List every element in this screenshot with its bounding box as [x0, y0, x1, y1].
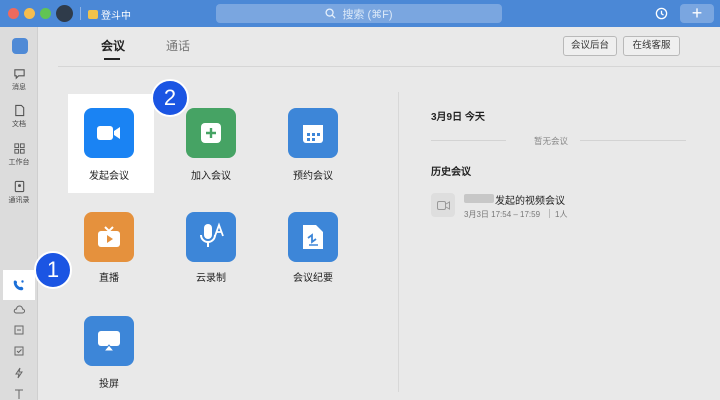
close-window-button[interactable]	[8, 8, 19, 19]
screen-cast-label: 投屏	[99, 379, 119, 390]
message-icon	[13, 69, 25, 80]
join-meeting-label: 加入会议	[191, 171, 231, 182]
meeting-minutes-tile	[288, 212, 338, 262]
sidebar-item-label: 文档	[12, 121, 26, 128]
org-logo[interactable]	[12, 38, 28, 54]
meeting-phone-icon	[13, 280, 24, 291]
cloud-recording-label: 云录制	[196, 273, 226, 284]
live-stream-label: 直播	[99, 273, 119, 284]
screen-cast-tile	[84, 316, 134, 366]
step-badge-1: 1	[34, 251, 72, 289]
calendar-schedule-icon	[303, 125, 323, 143]
screen-cast-icon	[98, 331, 120, 352]
sidebar-item-workbench[interactable]: 工作台	[0, 142, 38, 167]
cloud-icon[interactable]	[13, 304, 25, 316]
tv-play-icon	[98, 226, 120, 247]
add-button[interactable]: +	[680, 4, 714, 23]
status-icon	[88, 10, 98, 19]
document-icon	[14, 104, 24, 117]
host-name-blurred	[464, 194, 494, 203]
microphone-a-icon	[200, 222, 224, 247]
history-item-title: 发起的视频会议	[495, 196, 565, 207]
contacts-icon	[14, 180, 24, 193]
grid-icon	[13, 143, 25, 154]
lightning-icon[interactable]	[13, 367, 25, 379]
tab-meeting[interactable]: 会议	[101, 37, 125, 54]
more-apps-icon[interactable]	[13, 388, 25, 400]
step-badge-2: 2	[151, 79, 189, 117]
schedule-meeting-label: 预约会议	[293, 171, 333, 182]
pane-divider	[398, 92, 399, 392]
meeting-admin-button[interactable]: 会议后台	[563, 36, 617, 56]
title-bar: 登斗中 搜索 (⌘F) +	[0, 0, 720, 27]
no-meetings-text: 暂无会议	[534, 136, 569, 146]
avatar[interactable]	[56, 5, 73, 22]
search-icon	[325, 8, 336, 19]
history-meeting-item[interactable]: 发起的视频会议 3月3日 17:54 – 17:59 1人	[431, 191, 681, 223]
todo-icon[interactable]	[13, 345, 25, 357]
empty-divider-left	[431, 140, 506, 141]
join-plus-icon	[201, 123, 221, 143]
search-placeholder: 搜索 (⌘F)	[342, 8, 393, 21]
history-item-time: 3月3日 17:54 – 17:59	[464, 210, 541, 219]
meeting-minutes-label: 会议纪要	[293, 273, 333, 284]
meta-divider	[549, 209, 550, 218]
search-input[interactable]: 搜索 (⌘F)	[216, 4, 502, 23]
join-meeting-tile	[186, 108, 236, 158]
sidebar-item-contacts[interactable]: 通讯录	[0, 180, 38, 205]
sidebar-item-label: 消息	[12, 84, 26, 91]
sidebar-item-label: 通讯录	[8, 197, 30, 204]
titlebar-divider	[80, 7, 81, 20]
tab-call[interactable]: 通话	[166, 37, 190, 54]
start-meeting-label: 发起会议	[89, 171, 129, 182]
empty-divider-right	[580, 140, 686, 141]
login-status-text: 登斗中	[101, 11, 131, 22]
history-item-thumb	[431, 193, 455, 217]
sidebar: 消息 文档 工作台 通讯录	[0, 27, 38, 400]
sidebar-item-meeting[interactable]	[3, 270, 35, 300]
start-meeting-tile	[84, 108, 134, 158]
online-support-button[interactable]: 在线客服	[623, 36, 680, 56]
history-title: 历史会议	[431, 167, 471, 178]
calendar-icon[interactable]	[13, 324, 25, 336]
tab-meeting-underline	[104, 58, 120, 60]
login-status: 登斗中	[88, 7, 131, 22]
minimize-window-button[interactable]	[24, 8, 35, 19]
sidebar-item-label: 工作台	[8, 159, 30, 166]
minutes-document-icon	[303, 225, 323, 249]
live-stream-tile	[84, 212, 134, 262]
history-icon[interactable]	[655, 7, 668, 20]
schedule-meeting-tile	[288, 108, 338, 158]
video-camera-icon	[97, 126, 120, 140]
header-divider	[58, 66, 720, 67]
video-icon	[437, 201, 450, 210]
today-date: 3月9日 今天	[431, 112, 485, 123]
cloud-recording-tile	[186, 212, 236, 262]
sidebar-item-messages[interactable]: 消息	[0, 67, 38, 92]
maximize-window-button[interactable]	[40, 8, 51, 19]
sidebar-item-docs[interactable]: 文档	[0, 104, 38, 129]
history-item-participants: 1人	[555, 210, 568, 219]
